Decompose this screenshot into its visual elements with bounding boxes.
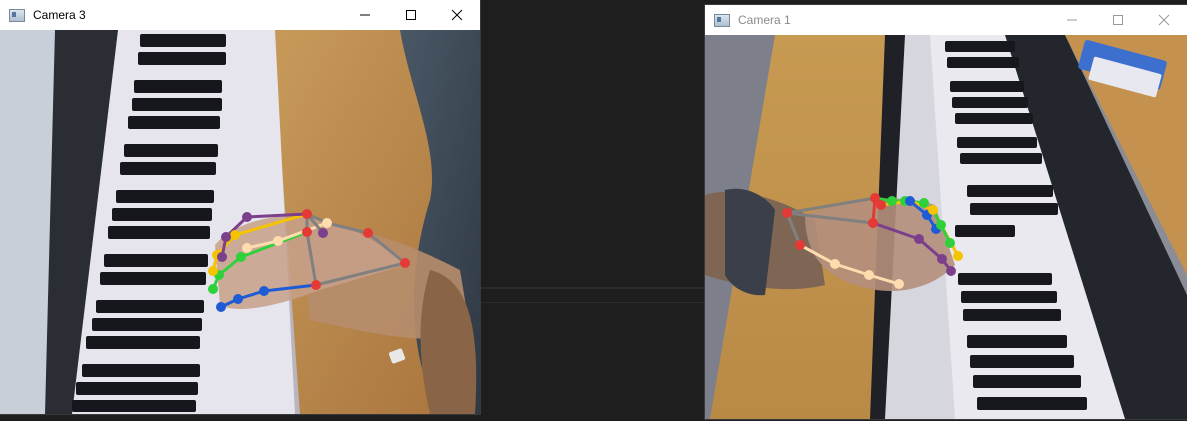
app-icon [714, 13, 730, 27]
landmark-point [914, 234, 924, 244]
landmark-point [945, 238, 955, 248]
landmark-point [233, 294, 243, 304]
landmark-point [894, 279, 904, 289]
camera3-titlebar[interactable]: Camera 3 [0, 0, 480, 30]
landmark-point [242, 212, 252, 222]
landmark-point [216, 302, 226, 312]
landmark-point [795, 240, 805, 250]
landmark-point [928, 205, 938, 215]
landmark-point [363, 228, 373, 238]
camera1-titlebar[interactable]: Camera 1 [705, 5, 1187, 35]
landmark-point [259, 286, 269, 296]
landmark-point [937, 254, 947, 264]
landmark-point [936, 220, 946, 230]
app-icon [9, 8, 25, 22]
landmark-point [905, 196, 915, 206]
landmark-point [868, 218, 878, 228]
landmark-point [242, 243, 252, 253]
minimize-icon [1067, 19, 1077, 21]
landmark-point [946, 266, 956, 276]
landmark-point [230, 230, 240, 240]
camera1-video [705, 35, 1187, 419]
close-button[interactable] [434, 0, 480, 30]
landmark-point [782, 208, 792, 218]
landmark-point [953, 251, 963, 261]
maximize-button[interactable] [1095, 5, 1141, 35]
landmark-point [311, 280, 321, 290]
minimize-button[interactable] [1049, 5, 1095, 35]
maximize-icon [1113, 15, 1123, 25]
landmark-point [830, 259, 840, 269]
landmark-point [876, 200, 886, 210]
close-icon [451, 9, 463, 21]
landmark-point [208, 266, 218, 276]
landmark-point [318, 228, 328, 238]
window-title: Camera 3 [33, 8, 86, 22]
close-icon [1158, 14, 1170, 26]
camera1-feed [705, 35, 1187, 419]
landmark-point [887, 196, 897, 206]
landmark-point [217, 252, 227, 262]
landmark-point [864, 270, 874, 280]
landmark-point [273, 236, 283, 246]
panel-divider [480, 302, 707, 303]
close-button[interactable] [1141, 5, 1187, 35]
landmark-point [208, 284, 218, 294]
landmark-point [400, 258, 410, 268]
minimize-button[interactable] [342, 0, 388, 30]
panel-divider [480, 287, 707, 289]
maximize-button[interactable] [388, 0, 434, 30]
landmark-point [919, 198, 929, 208]
camera3-window[interactable]: Camera 3 [0, 0, 480, 414]
window-title: Camera 1 [738, 13, 791, 27]
minimize-icon [360, 14, 370, 16]
maximize-icon [406, 10, 416, 20]
camera1-window[interactable]: Camera 1 [705, 5, 1187, 419]
camera3-video [0, 30, 480, 414]
landmark-point [302, 209, 312, 219]
landmark-point [302, 227, 312, 237]
landmark-point [322, 218, 332, 228]
camera3-feed [0, 30, 480, 414]
landmark-point [236, 252, 246, 262]
landmark-point [221, 232, 231, 242]
